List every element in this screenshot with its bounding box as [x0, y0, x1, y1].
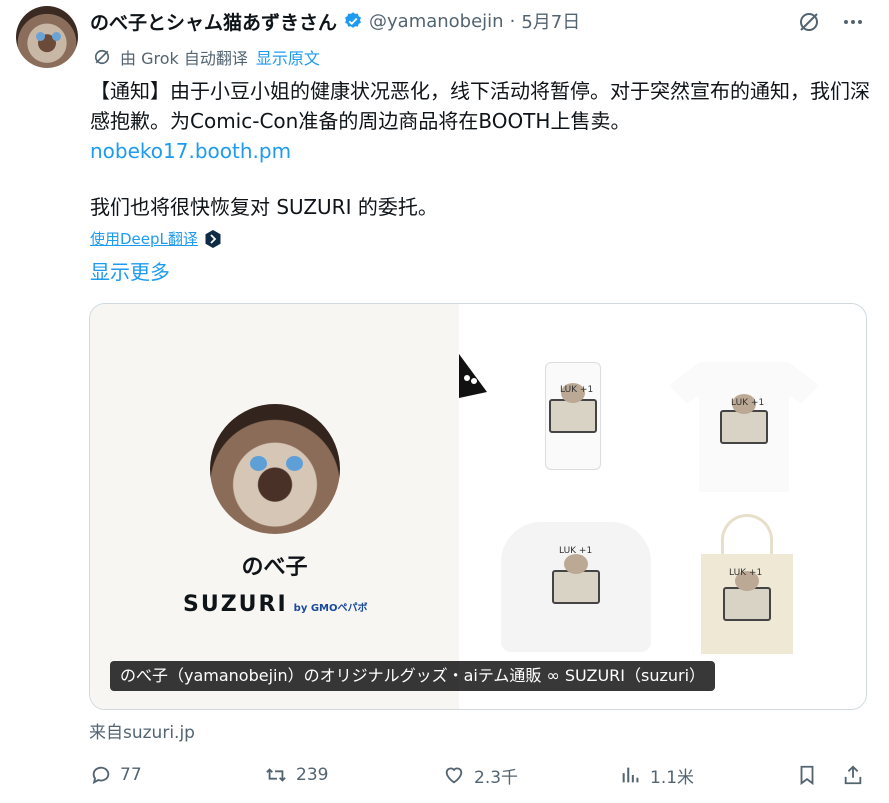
bookmark-button[interactable] [796, 760, 818, 790]
author-avatar[interactable] [16, 6, 78, 68]
card-avatar [210, 404, 340, 534]
post-paragraph: 我们也将很快恢复对 SUZURI 的委托。 [90, 195, 438, 219]
product-art [720, 394, 768, 444]
suzuri-logo: SUZURI by GMOペパボ [183, 592, 367, 617]
deepl-label: 使用DeepL翻译 [90, 230, 198, 248]
author-handle[interactable]: @yamanobejin [369, 11, 504, 32]
product-art [549, 383, 597, 433]
card-products-panel: LUK +1 LUK +1 LUK +1 LUK +1 [459, 304, 866, 709]
product-art [723, 571, 771, 621]
booth-link[interactable]: nobeko17.booth.pm [90, 136, 870, 166]
repost-button[interactable]: 239 [264, 760, 328, 790]
views-count: 1.1米 [650, 767, 695, 788]
verified-badge-icon [343, 11, 363, 31]
cat-ear-icon [459, 354, 487, 398]
post-body: 【通知】由于小豆小姐的健康状况恶化，线下活动将暂停。对于突然宣布的通知，我们深感… [90, 76, 870, 222]
post-top-actions [797, 10, 865, 34]
gmo-pepabo-label: by GMOペパボ [293, 603, 368, 614]
avatar-eye [36, 32, 45, 41]
display-name[interactable]: のべ子とシャム猫あずきさん [90, 8, 337, 35]
show-more-link[interactable]: 显示更多 [90, 256, 170, 285]
product-sweatshirt: LUK +1 [501, 522, 651, 652]
deepl-translate-link[interactable]: 使用DeepL翻译 [90, 228, 222, 249]
share-button[interactable] [842, 760, 864, 790]
product-tshirt: LUK +1 [669, 362, 819, 492]
product-label: LUK +1 [729, 568, 763, 578]
card-creator-name: のべ子 [241, 555, 308, 580]
views-icon [620, 764, 642, 786]
share-icon [842, 763, 864, 787]
reply-button[interactable]: 77 [90, 760, 142, 790]
avatar-eye [52, 32, 61, 41]
auto-translate-row: 由 Grok 自动翻译 显示原文 [92, 45, 320, 69]
translate-icon [92, 47, 112, 67]
avatar-eye [250, 456, 267, 471]
product-label: LUK +1 [560, 385, 594, 395]
card-source[interactable]: 来自suzuri.jp [89, 718, 195, 743]
more-icon[interactable] [841, 10, 865, 34]
card-profile-panel: のべ子 SUZURI by GMOペパボ [90, 304, 459, 709]
deepl-icon [204, 229, 222, 249]
product-label: LUK +1 [731, 398, 765, 408]
suzuri-wordmark: SUZURI [183, 592, 288, 617]
reply-count: 77 [120, 765, 142, 785]
translate-label: 由 Grok 自动翻译 [120, 49, 248, 68]
bookmark-icon [796, 763, 818, 787]
avatar-eye [286, 456, 303, 471]
views-button[interactable]: 1.1米 [620, 760, 694, 790]
show-original-link[interactable]: 显示原文 [256, 45, 320, 69]
card-caption: のべ子（yamanobejin）のオリジナルグッズ・aiテム通販 ∞ SUZUR… [110, 661, 716, 691]
post-header: のべ子とシャム猫あずきさん @yamanobejin · 5月7日 [90, 8, 580, 34]
product-label: LUK +1 [559, 546, 593, 556]
repost-count: 239 [296, 765, 329, 785]
reply-icon [90, 764, 112, 786]
product-tote-bag: LUK +1 [701, 554, 793, 654]
grok-icon[interactable] [797, 10, 821, 34]
post-paragraph: 【通知】由于小豆小姐的健康状况恶化，线下活动将暂停。对于突然宣布的通知，我们深感… [90, 79, 870, 133]
post-date[interactable]: 5月7日 [521, 8, 580, 34]
like-button[interactable]: 2.3千 [442, 760, 518, 790]
link-preview-card[interactable]: のべ子 SUZURI by GMOペパボ LUK +1 LUK +1 LUK +… [89, 303, 867, 710]
separator-dot: · [509, 10, 516, 32]
product-art [552, 554, 600, 604]
product-phone-case: LUK +1 [545, 362, 601, 470]
heart-icon [442, 764, 466, 786]
like-count: 2.3千 [474, 767, 519, 788]
repost-icon [264, 764, 288, 786]
post-actions: 77 239 2.3千 1.1米 [90, 760, 870, 790]
